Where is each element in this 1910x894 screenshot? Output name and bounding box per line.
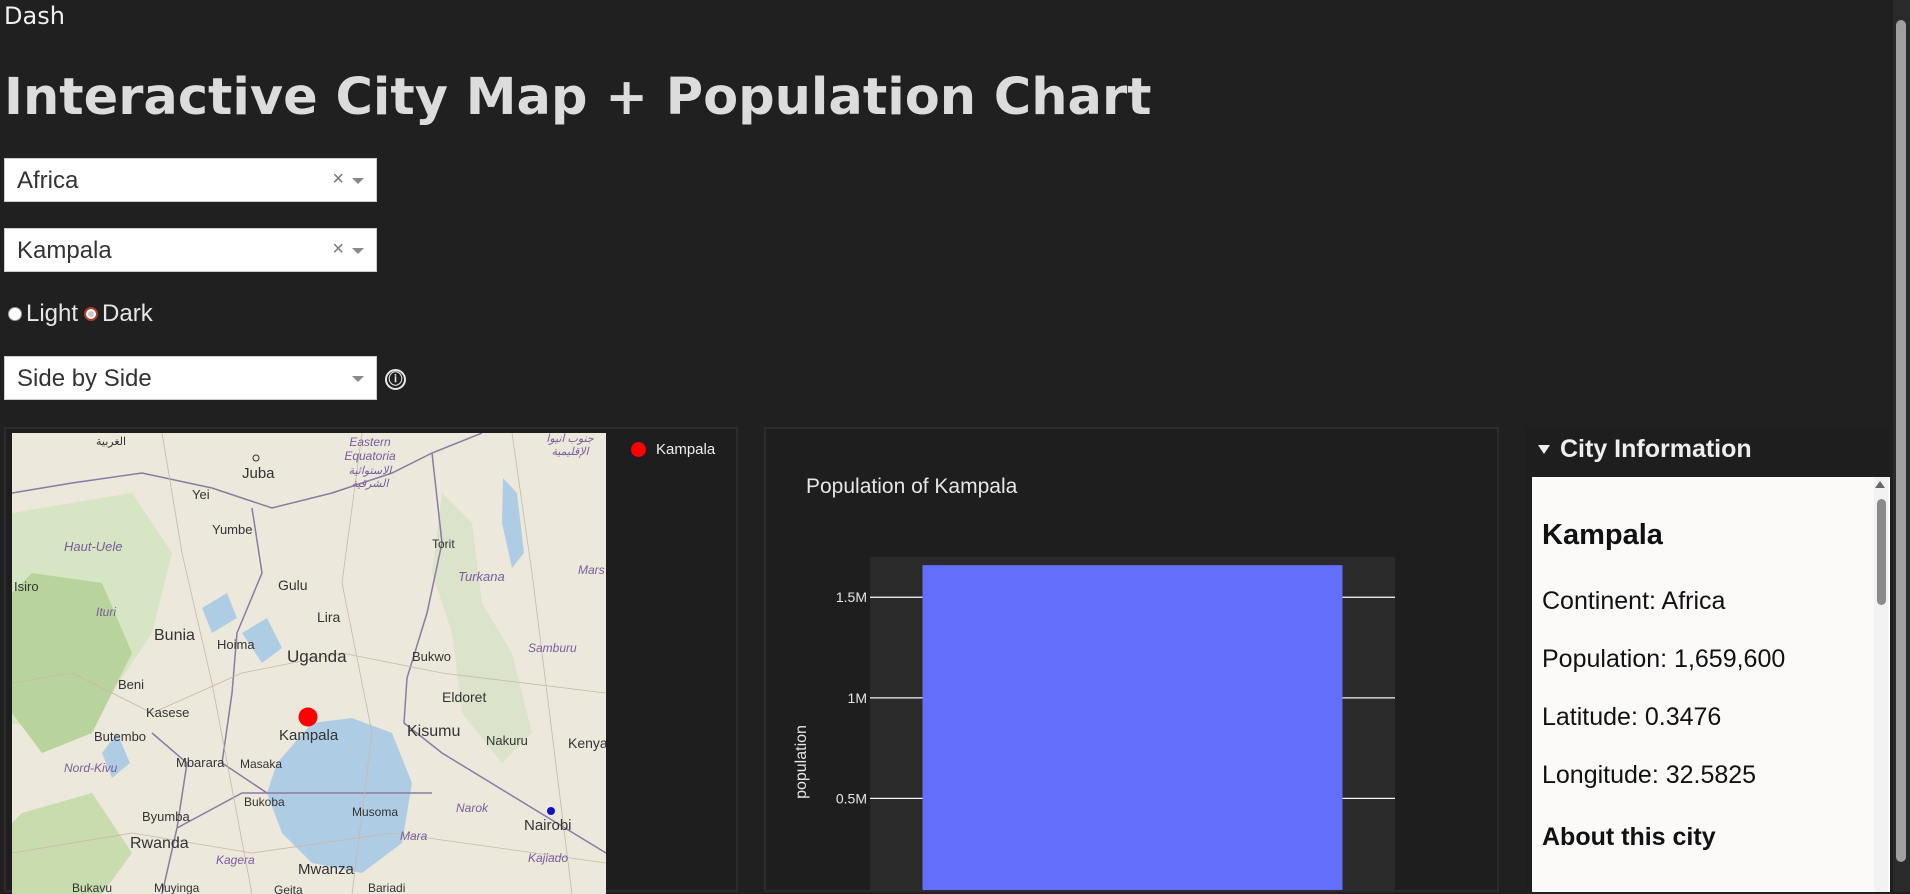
dark-radio-label[interactable]: Dark [102, 300, 153, 328]
city-name: Kampala [1542, 519, 1663, 551]
map-label: Uganda [287, 647, 347, 666]
page-title: Interactive City Map + Population Chart [4, 68, 1152, 127]
city-info-toggle[interactable]: City Information [1538, 435, 1752, 464]
map-label: Mbarara [176, 755, 225, 770]
layout-dropdown-value: Side by Side [17, 365, 152, 392]
map-label: Kenya [568, 735, 606, 751]
map-label: Lira [317, 609, 341, 625]
map-label: Byumba [142, 809, 190, 824]
map-label: Bariadi [368, 881, 406, 894]
map-label: Kajiado [528, 851, 569, 865]
continent-dropdown-value: Africa [17, 167, 79, 194]
nairobi-marker[interactable] [547, 807, 555, 815]
map-label: Eldoret [442, 689, 487, 705]
kampala-marker[interactable] [298, 707, 318, 727]
map-label: Turkana [458, 569, 505, 584]
page-scrollbar[interactable] [1893, 0, 1910, 892]
map-label: Torit [432, 537, 455, 551]
map-label: Mwanza [298, 861, 354, 878]
legend-marker-icon [631, 442, 646, 457]
map-label: Muyinga [154, 881, 200, 894]
city-map[interactable]: الغربية Eastern Equatoria الاستوائية الش… [12, 433, 606, 894]
map-label: Narok [456, 801, 489, 815]
map-label: Kasese [146, 705, 190, 720]
map-label: الاستوائية الشرقية [348, 465, 392, 490]
y-tick-label: 1.5M [836, 589, 867, 605]
map-legend[interactable]: Kampala [631, 441, 715, 458]
map-label: Bunia [154, 627, 195, 644]
city-dropdown-value: Kampala [17, 237, 112, 264]
city-continent: Continent: Africa [1542, 587, 1726, 615]
city-info-content[interactable]: Kampala Continent: Africa Population: 1,… [1532, 477, 1890, 892]
map-label: Bukavu [72, 881, 113, 894]
map-label: Rwanda [130, 835, 189, 852]
map-label: Beni [118, 677, 145, 692]
map-label: الغربية [96, 436, 127, 448]
map-label: Kampala [279, 727, 339, 744]
map-label: Ituri [96, 605, 117, 619]
city-longitude: Longitude: 32.5825 [1542, 761, 1757, 789]
bar[interactable] [922, 565, 1343, 890]
theme-radio-group: Light Dark [8, 300, 153, 328]
app-title: Dash [4, 2, 65, 30]
city-info-header: City Information [1560, 435, 1752, 463]
map-label: Nakuru [486, 733, 528, 748]
scroll-up-icon[interactable] [1875, 481, 1885, 488]
chevron-down-icon[interactable] [352, 248, 364, 254]
y-tick-label: 1M [848, 690, 867, 706]
map-label: Eastern Equatoria [344, 435, 396, 463]
map-panel: الغربية Eastern Equatoria الاستوائية الش… [4, 427, 738, 894]
info-scrollbar-thumb[interactable] [1877, 499, 1886, 605]
city-dropdown[interactable]: Kampala × [4, 228, 377, 272]
chevron-down-icon[interactable] [352, 178, 364, 184]
city-info-panel: City Information Kampala Continent: Afri… [1526, 427, 1890, 892]
map-label: Haut-Uele [64, 539, 123, 554]
city-population: Population: 1,659,600 [1542, 645, 1786, 673]
map-label: Hoima [217, 637, 255, 652]
y-axis-label: population [793, 725, 810, 799]
map-label: Isiro [14, 579, 39, 594]
light-radio[interactable] [8, 307, 22, 321]
caret-down-icon [1538, 445, 1550, 454]
map-label: جنوب أنيوا الإقليمية [546, 433, 594, 458]
map-label: Bukoba [244, 795, 285, 809]
y-tick-label: 0.5M [836, 790, 867, 806]
map-label: Yumbe [212, 522, 253, 537]
map-label: Bukwo [412, 649, 452, 664]
about-heading: About this city [1542, 823, 1716, 851]
legend-label: Kampala [656, 441, 716, 458]
dark-radio[interactable] [84, 307, 99, 321]
map-label: Yei [192, 487, 210, 502]
population-chart[interactable]: 0.5M 1M 1.5M population [766, 429, 1497, 890]
layout-dropdown[interactable]: Side by Side [4, 356, 377, 400]
map-label: Mara [400, 829, 428, 843]
city-latitude: Latitude: 0.3476 [1542, 703, 1722, 731]
page-scrollbar-thumb[interactable] [1896, 20, 1906, 862]
chart-panel: Population of Kampala 0.5M 1M 1.5M populati… [764, 427, 1499, 892]
continent-clear-icon[interactable]: × [332, 168, 344, 191]
map-label: Gulu [278, 577, 308, 593]
map-label: Kagera [216, 853, 255, 867]
map-label: Masaka [240, 757, 283, 771]
map-label: Samburu [528, 641, 577, 655]
map-label: Butembo [94, 729, 147, 744]
chevron-down-icon[interactable] [352, 376, 364, 382]
map-label: Musoma [352, 805, 399, 819]
city-clear-icon[interactable]: × [332, 238, 344, 261]
map-label: Geita [274, 883, 303, 894]
info-icon[interactable]: ⓘ [385, 369, 406, 390]
map-label: Nord-Kivu [64, 761, 118, 775]
continent-dropdown[interactable]: Africa × [4, 158, 377, 202]
map-label: Kisumu [407, 723, 461, 740]
map-label: Mars [578, 563, 605, 577]
light-radio-label[interactable]: Light [26, 300, 78, 328]
map-label: Nairobi [524, 817, 572, 834]
map-label: Juba [242, 465, 275, 482]
